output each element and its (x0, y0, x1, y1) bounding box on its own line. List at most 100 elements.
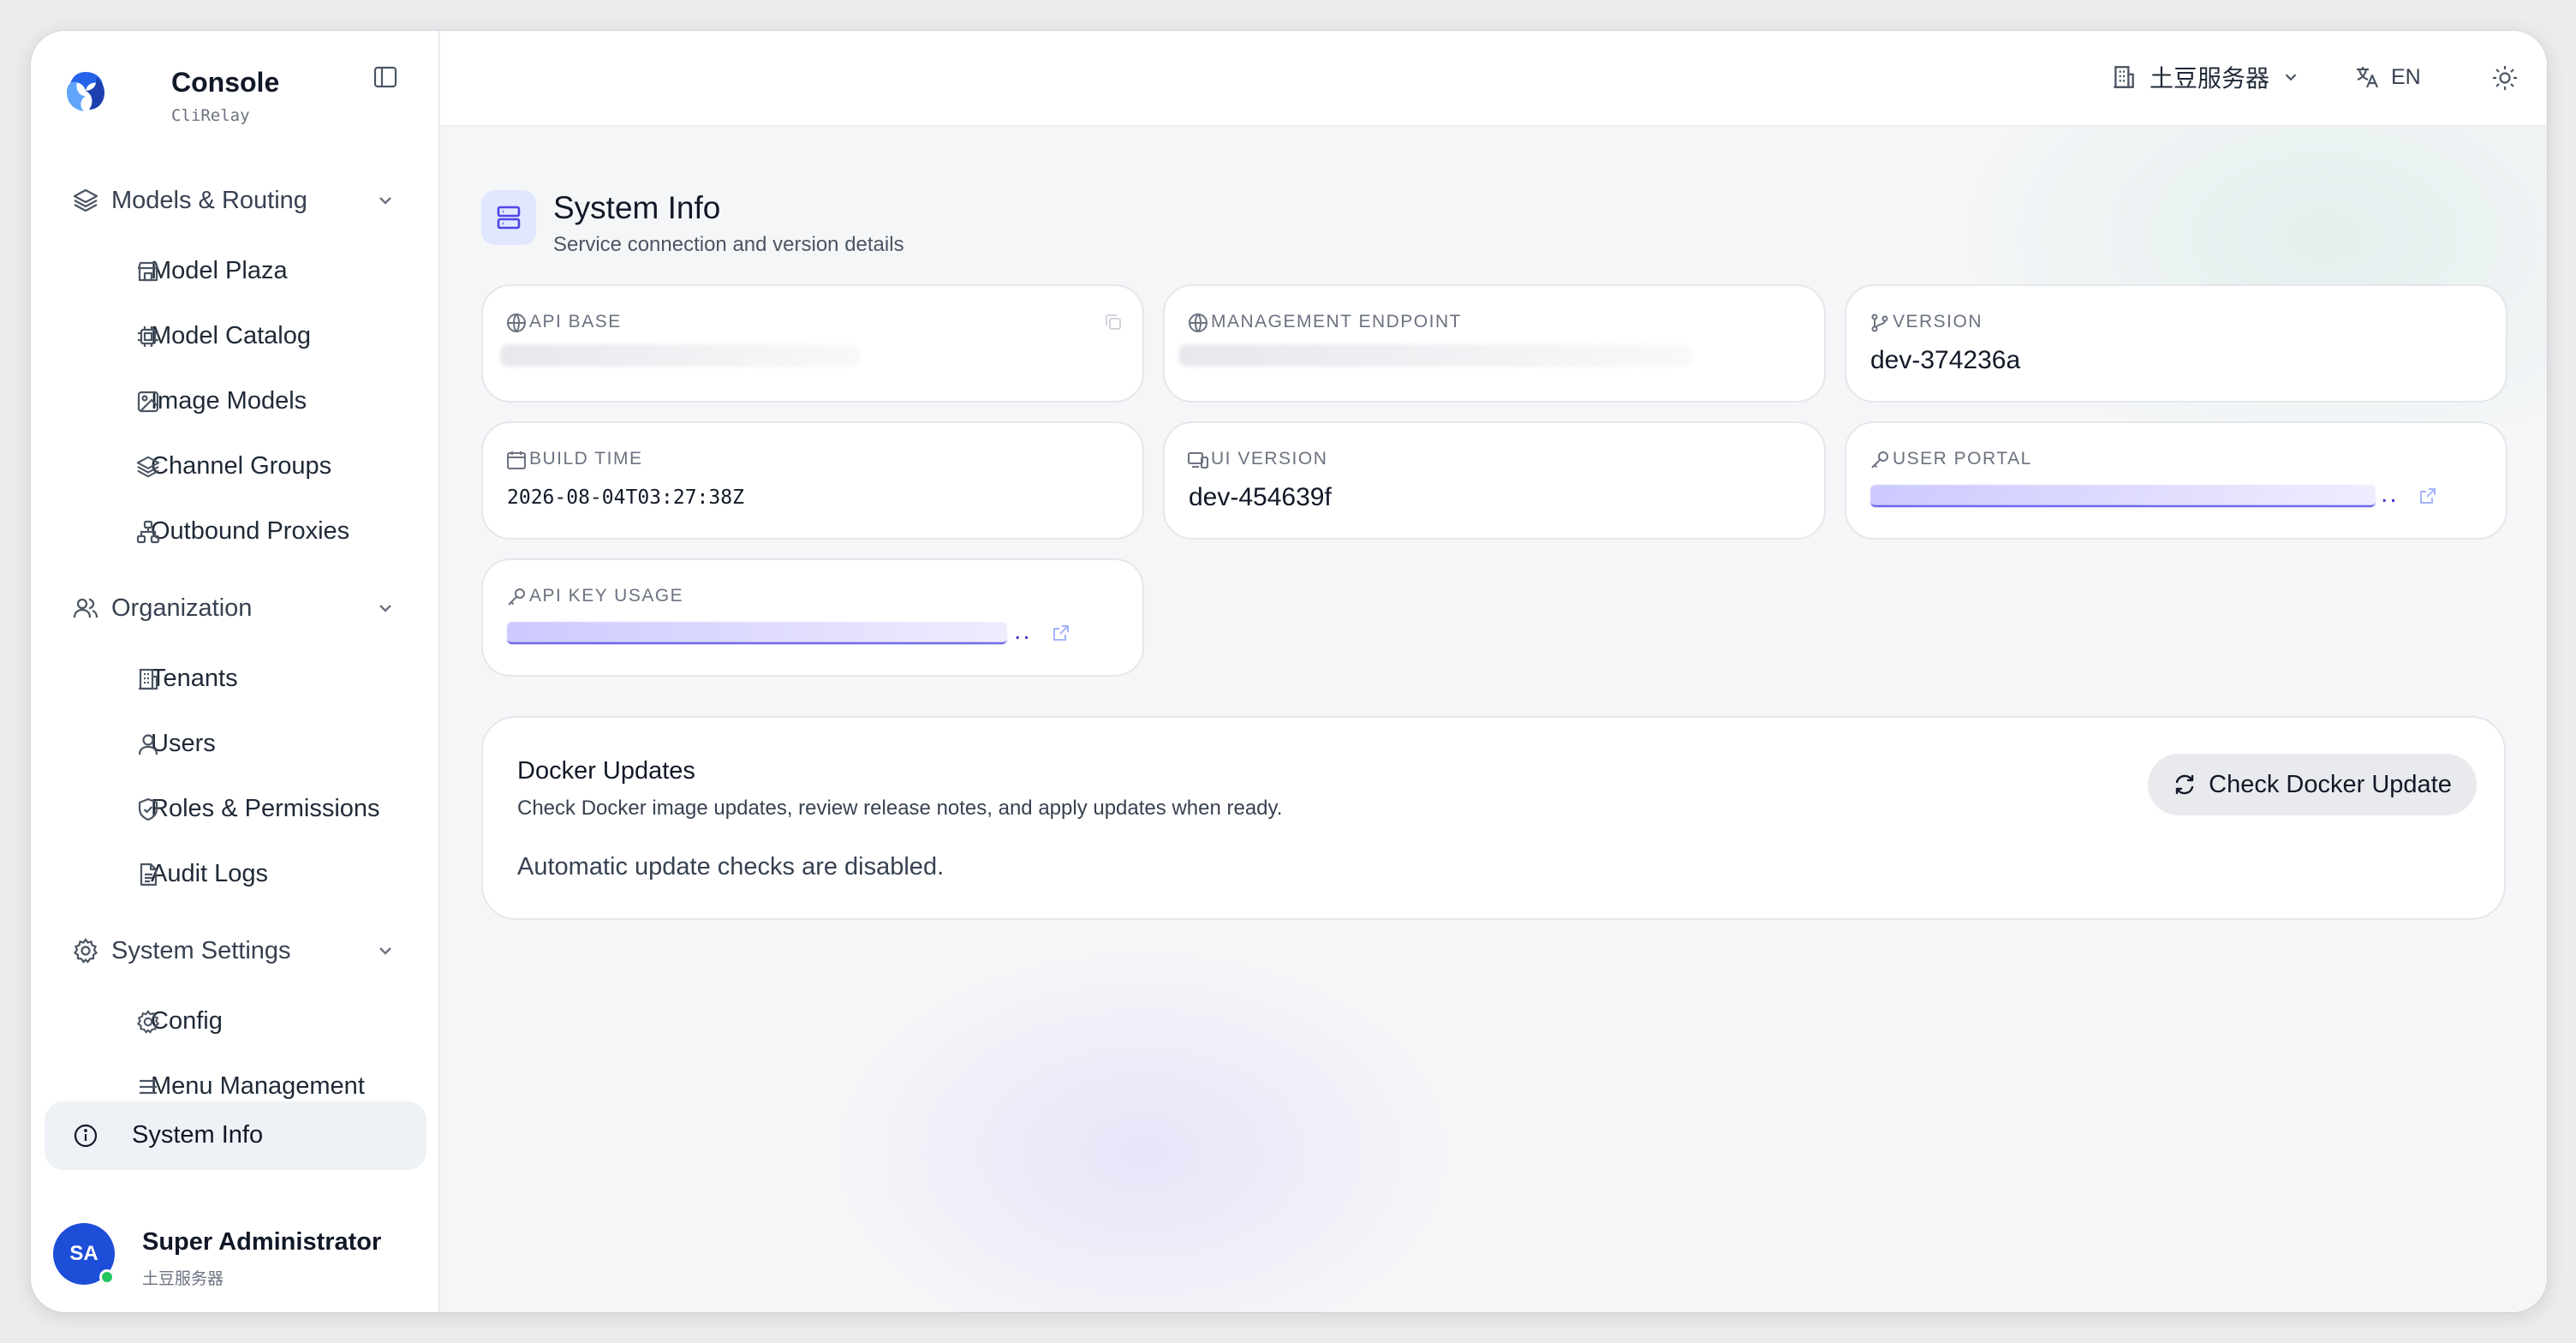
sidebar-item-label: Channel Groups (151, 451, 332, 480)
external-link-icon[interactable] (1052, 624, 1070, 642)
globe-icon (507, 313, 526, 332)
sidebar-item-roles-permissions[interactable]: Roles & Permissions (74, 781, 413, 836)
key-icon (508, 588, 525, 606)
sidebar-item-label: Config (151, 1006, 223, 1035)
app-logo-icon (67, 72, 104, 111)
check-docker-update-button[interactable]: Check Docker Update (2148, 754, 2477, 815)
sidebar-item-users[interactable]: Users (74, 716, 413, 771)
card-label: BUILD TIME (529, 449, 643, 469)
key-icon (1871, 451, 1888, 469)
server-icon (481, 190, 536, 245)
sidebar: Console CliRelay Models & Routing Model … (31, 31, 440, 1312)
check-docker-update-label: Check Docker Update (2209, 770, 2452, 798)
ui-version-value: dev-454639f (1189, 483, 1332, 511)
nav-group-label: Organization (111, 594, 253, 622)
card-ui-version: UI VERSION dev-454639f (1163, 421, 1826, 540)
card-label: API BASE (529, 312, 622, 331)
nav-group-models-routing[interactable]: Models & Routing (57, 173, 413, 228)
card-label: UI VERSION (1211, 449, 1328, 469)
calendar-icon (507, 451, 526, 469)
gear-icon (136, 1010, 160, 1034)
nav-group-system-settings[interactable]: System Settings (57, 923, 413, 978)
card-label: VERSION (1893, 312, 1983, 331)
info-icon (74, 1124, 98, 1148)
online-status-dot (99, 1269, 115, 1285)
language-switcher[interactable]: EN (2353, 60, 2421, 94)
sidebar-item-config[interactable]: Config (74, 994, 413, 1048)
user-portal-link[interactable] (1870, 485, 2376, 507)
card-label: MANAGEMENT ENDPOINT (1211, 312, 1462, 331)
copy-icon[interactable] (1103, 312, 1124, 332)
docker-updates-status: Automatic update checks are disabled. (517, 853, 945, 880)
nav-group-label: System Settings (111, 936, 291, 964)
card-api-base: API BASE (481, 284, 1144, 403)
card-label: USER PORTAL (1893, 449, 2032, 469)
docker-updates-panel: Docker Updates Check Docker image update… (481, 716, 2506, 920)
app-window: Console CliRelay Models & Routing Model … (31, 31, 2547, 1312)
card-version: VERSION dev-374236a (1845, 284, 2507, 403)
sidebar-item-model-catalog[interactable]: Model Catalog (74, 308, 413, 363)
docker-updates-title: Docker Updates (517, 757, 695, 785)
sidebar-item-label: Model Catalog (151, 321, 311, 349)
tenant-name: 土豆服务器 (2150, 65, 2270, 92)
devices-icon (1188, 452, 1208, 469)
user-icon (138, 734, 158, 755)
image-icon (137, 391, 159, 413)
language-label: EN (2391, 64, 2421, 89)
sidebar-item-label: Menu Management (151, 1071, 365, 1100)
sidebar-item-label: Outbound Proxies (151, 516, 350, 545)
menu-icon (140, 1079, 157, 1095)
sidebar-item-channel-groups[interactable]: Channel Groups (74, 439, 413, 493)
building-icon (2114, 66, 2134, 88)
app-subtitle: CliRelay (171, 106, 250, 125)
sidebar-item-label: Tenants (151, 664, 238, 692)
truncation-ellipsis: .. (1014, 617, 1032, 645)
card-api-key-usage: API KEY USAGE .. (481, 558, 1144, 677)
redacted-value (1178, 344, 1692, 367)
users-icon (73, 598, 98, 618)
network-icon (136, 520, 160, 544)
api-key-usage-link[interactable] (507, 622, 1007, 644)
sidebar-item-outbound-proxies[interactable]: Outbound Proxies (74, 504, 413, 558)
store-icon (137, 261, 159, 282)
user-profile[interactable]: SA Super Administrator 土豆服务器 (53, 1218, 430, 1295)
brand[interactable]: Console CliRelay (62, 50, 421, 128)
sidebar-collapse-icon[interactable] (372, 63, 399, 91)
git-branch-icon (1871, 313, 1888, 332)
card-label: API KEY USAGE (529, 586, 684, 606)
sidebar-item-audit-logs[interactable]: Audit Logs (74, 846, 413, 901)
nav-group-organization[interactable]: Organization (57, 581, 413, 636)
chevron-down-icon (379, 197, 391, 205)
sidebar-item-model-plaza[interactable]: Model Plaza (74, 243, 413, 298)
docker-updates-description: Check Docker image updates, review relea… (517, 797, 1283, 820)
sidebar-item-label: Audit Logs (151, 859, 269, 887)
sidebar-item-image-models[interactable]: Image Models (74, 373, 413, 428)
sidebar-item-label: Model Plaza (151, 256, 288, 284)
sidebar-item-label: Image Models (151, 386, 307, 415)
document-icon (140, 863, 158, 886)
tenant-selector[interactable]: 土豆服务器 (2110, 60, 2300, 94)
app-title: Console (171, 67, 280, 98)
page-subtitle: Service connection and version details (553, 233, 904, 256)
chevron-down-icon (2285, 74, 2297, 81)
main-content: 土豆服务器 EN System Info Service connection … (440, 31, 2547, 1312)
card-user-portal: USER PORTAL .. (1845, 421, 2507, 540)
topbar: 土豆服务器 EN (440, 31, 2547, 127)
shield-icon (138, 797, 158, 821)
chevron-down-icon (379, 605, 391, 612)
sidebar-item-label: System Info (132, 1121, 264, 1149)
gear-icon (73, 938, 98, 964)
sun-icon[interactable] (2490, 63, 2519, 93)
version-value: dev-374236a (1870, 346, 2021, 374)
building-icon (139, 668, 158, 690)
redacted-value (500, 344, 860, 367)
truncation-ellipsis: .. (2381, 480, 2399, 508)
external-link-icon[interactable] (2418, 486, 2437, 505)
build-time-value: 2026-08-04T03:27:38Z (507, 486, 744, 509)
layers-icon (73, 188, 98, 212)
layers-icon (136, 456, 160, 478)
sidebar-item-tenants[interactable]: Tenants (74, 651, 413, 706)
page-title: System Info (553, 190, 721, 225)
chevron-down-icon (379, 947, 391, 955)
sidebar-item-system-info[interactable]: System Info (45, 1101, 426, 1170)
